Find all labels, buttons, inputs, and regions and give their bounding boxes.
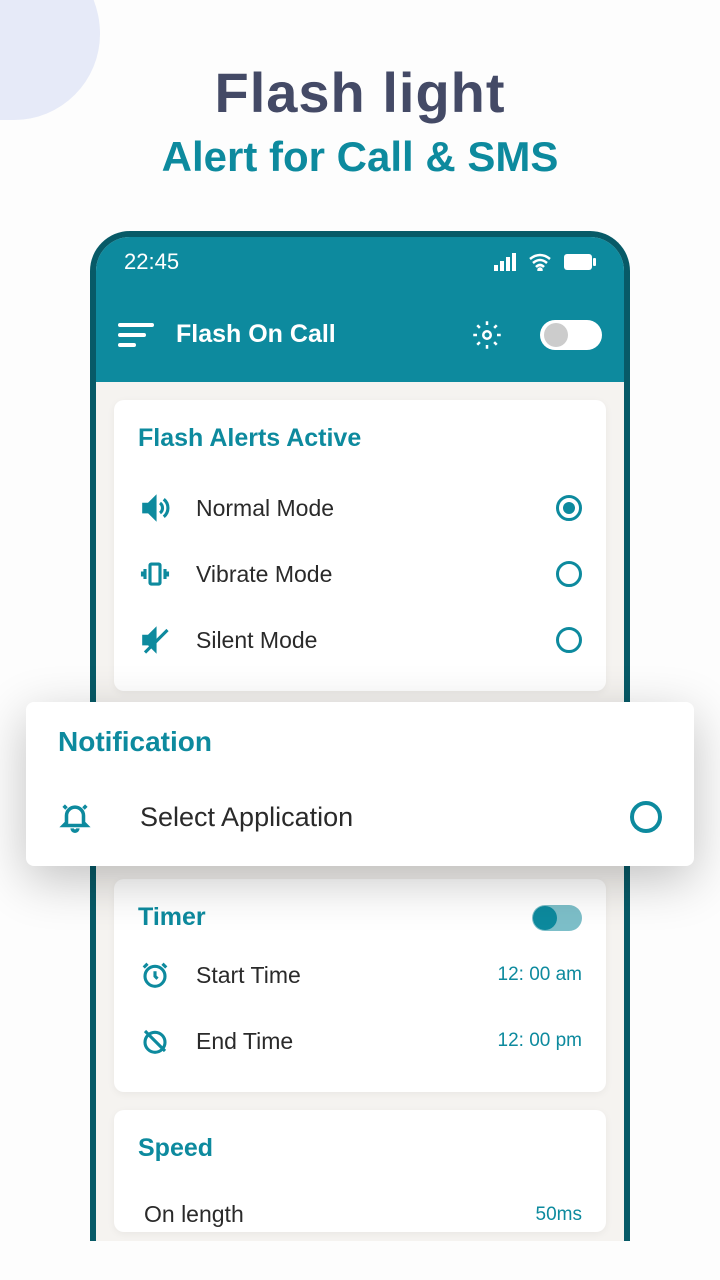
end-time-value: 12: 00 pm	[498, 1030, 583, 1052]
speed-title: Speed	[138, 1134, 582, 1163]
radio-unselected[interactable]	[630, 801, 662, 833]
notification-card: Notification Select Application	[26, 702, 694, 866]
start-time-value: 12: 00 am	[498, 964, 583, 986]
end-time-label: End Time	[196, 1028, 474, 1055]
sub-title: Alert for Call & SMS	[0, 133, 720, 181]
mute-icon	[138, 623, 172, 657]
mode-label: Silent Mode	[196, 627, 532, 654]
clock-end-icon	[138, 1024, 172, 1058]
timer-title: Timer	[138, 903, 206, 932]
end-time-row[interactable]: End Time 12: 00 pm	[138, 1008, 582, 1074]
radio-unselected[interactable]	[556, 627, 582, 653]
status-time: 22:45	[124, 249, 179, 275]
radio-selected[interactable]	[556, 495, 582, 521]
mode-row-normal[interactable]: Normal Mode	[138, 475, 582, 541]
status-bar: 22:45	[96, 237, 624, 287]
wifi-icon	[528, 253, 552, 271]
gear-icon[interactable]	[472, 320, 502, 350]
select-application-row[interactable]: Select Application	[58, 780, 662, 838]
radio-unselected[interactable]	[556, 561, 582, 587]
main-title: Flash light	[0, 60, 720, 125]
start-time-row[interactable]: Start Time 12: 00 am	[138, 942, 582, 1008]
mode-label: Vibrate Mode	[196, 561, 532, 588]
flash-alerts-title: Flash Alerts Active	[138, 424, 582, 453]
timer-card: Timer Start Time 12: 00 am End Time 12: …	[114, 879, 606, 1092]
bell-icon	[58, 800, 92, 834]
timer-toggle[interactable]	[532, 905, 582, 931]
volume-icon	[138, 491, 172, 525]
battery-icon	[564, 254, 596, 270]
speed-card: Speed On length 50ms	[114, 1110, 606, 1232]
mode-label: Normal Mode	[196, 495, 532, 522]
signal-icon	[494, 253, 516, 271]
status-icons	[494, 253, 596, 271]
mode-row-vibrate[interactable]: Vibrate Mode	[138, 541, 582, 607]
vibrate-icon	[138, 557, 172, 591]
notification-title: Notification	[58, 726, 662, 758]
app-bar-title: Flash On Call	[176, 320, 450, 349]
on-length-value: 50ms	[536, 1204, 582, 1226]
clock-start-icon	[138, 958, 172, 992]
select-application-label: Select Application	[116, 802, 606, 833]
menu-icon[interactable]	[118, 323, 154, 347]
marketing-title: Flash light Alert for Call & SMS	[0, 0, 720, 181]
master-toggle[interactable]	[540, 320, 602, 350]
on-length-row[interactable]: On length 50ms	[138, 1185, 582, 1228]
mode-row-silent[interactable]: Silent Mode	[138, 607, 582, 673]
on-length-label: On length	[138, 1201, 512, 1228]
app-bar: Flash On Call	[96, 287, 624, 382]
start-time-label: Start Time	[196, 962, 474, 989]
flash-alerts-card: Flash Alerts Active Normal Mode Vibrate …	[114, 400, 606, 691]
